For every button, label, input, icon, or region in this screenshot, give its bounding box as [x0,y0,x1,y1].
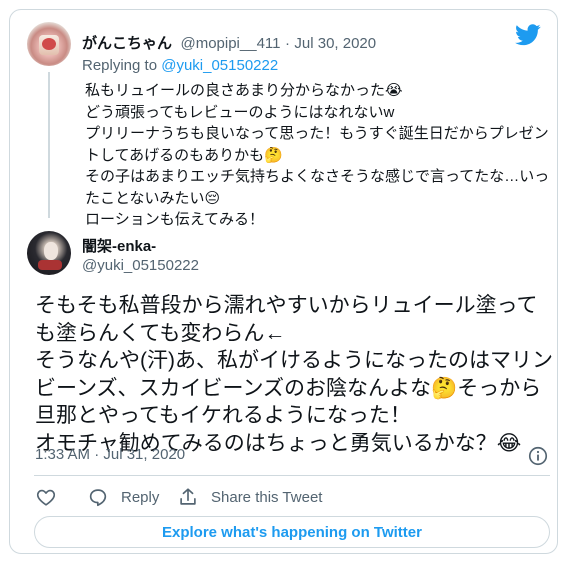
quoted-author-avatar[interactable] [27,22,71,66]
tweet-card: がんこちゃん @mopipi__411 · Jul 30, 2020 Reply… [9,9,558,554]
like-button[interactable] [35,486,69,508]
quoted-author-row: がんこちゃん @mopipi__411 · Jul 30, 2020 [82,32,376,53]
divider [34,475,550,476]
tweet-timestamp[interactable]: 1:33 AM · Jul 31, 2020 [35,446,185,463]
thread-line [48,72,50,218]
quoted-author-name[interactable]: がんこちゃん [82,35,172,52]
quoted-tweet-date[interactable]: Jul 30, 2020 [294,35,376,52]
share-button[interactable]: Share this Tweet [177,486,322,508]
replying-to-handle[interactable]: @yuki_05150222 [161,57,278,74]
share-label: Share this Tweet [211,488,323,506]
replying-to-prefix: Replying to [82,57,158,74]
reply-label: Reply [121,488,160,506]
reply-icon [89,489,107,507]
author-avatar[interactable] [27,231,71,275]
quoted-author-handle[interactable]: @mopipi__411 [180,35,280,52]
tweet-text: そもそも私普段から濡れやすいからリュイール塗っても塗らんくても変わらん← そうな… [35,294,553,455]
twitter-logo-icon[interactable] [515,24,541,46]
replying-to: Replying to @yuki_05150222 [82,57,278,74]
separator-dot: · [284,35,290,52]
reply-button[interactable]: Reply [87,486,159,508]
quoted-tweet-text: 私もリュイールの良さあまり分からなかった😭 どう頑張ってもレビューのようにはなれ… [85,82,550,228]
share-icon [180,488,196,505]
info-icon[interactable] [527,445,549,467]
heart-icon [36,489,56,506]
explore-button[interactable]: Explore what's happening on Twitter [34,516,550,548]
author-name[interactable]: 闇架-enka- [82,235,156,256]
author-handle[interactable]: @yuki_05150222 [82,257,199,274]
